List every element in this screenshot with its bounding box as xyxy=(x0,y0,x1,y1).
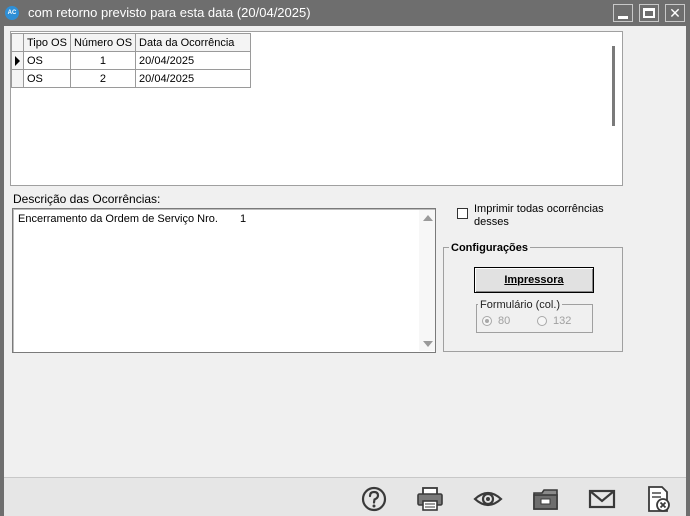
window-border-right xyxy=(686,26,690,516)
close-icon: ✕ xyxy=(669,5,681,21)
descricao-label: Descrição das Ocorrências: xyxy=(13,192,161,206)
descricao-textarea[interactable]: Encerramento da Ordem de Serviço Nro. 1 xyxy=(12,208,436,353)
cell-numero-os[interactable]: 2 xyxy=(69,69,137,88)
view-button[interactable] xyxy=(472,484,504,514)
bottom-toolbar xyxy=(4,478,686,516)
minimize-button[interactable] xyxy=(613,4,633,22)
print-button[interactable] xyxy=(414,484,446,514)
title-bar: AC com retorno previsto para esta data (… xyxy=(0,0,690,26)
printer-icon xyxy=(417,487,443,511)
imprimir-todas-checkbox[interactable] xyxy=(457,208,468,219)
scroll-up-arrow-icon[interactable] xyxy=(423,215,433,221)
help-button[interactable] xyxy=(358,484,390,514)
scroll-down-arrow-icon[interactable] xyxy=(423,341,433,347)
row-indicator-header xyxy=(11,33,24,52)
folder-button[interactable] xyxy=(530,484,562,514)
radio-80-columns[interactable] xyxy=(482,316,492,326)
eye-icon xyxy=(473,491,503,507)
descricao-text: Encerramento da Ordem de Serviço Nro. xyxy=(18,213,218,225)
row-indicator xyxy=(11,69,24,88)
help-icon xyxy=(361,486,387,512)
ocorrencias-table: Tipo OS Número OS Data da Ocorrência OS … xyxy=(11,33,252,88)
close-button[interactable]: ✕ xyxy=(665,4,685,22)
window-border-left xyxy=(0,26,4,516)
exit-button[interactable] xyxy=(642,484,674,514)
formulario-title: Formulário (col.) xyxy=(478,299,563,311)
radio-132-label[interactable]: 132 xyxy=(553,315,571,327)
column-header-tipo-os[interactable]: Tipo OS xyxy=(23,33,71,52)
cell-numero-os[interactable]: 1 xyxy=(69,51,137,70)
table-row[interactable]: OS 2 20/04/2025 xyxy=(11,69,252,88)
row-indicator xyxy=(11,51,24,70)
maximize-icon xyxy=(643,8,655,18)
maximize-button[interactable] xyxy=(639,4,659,22)
descricao-number: 1 xyxy=(240,213,247,225)
window-title: com retorno previsto para esta data (20/… xyxy=(28,5,311,20)
cell-tipo-os[interactable]: OS xyxy=(23,69,71,88)
mail-button[interactable] xyxy=(586,484,618,514)
minimize-icon xyxy=(618,16,628,19)
mail-icon xyxy=(588,489,616,509)
folder-icon xyxy=(533,489,558,510)
current-row-arrow-icon xyxy=(15,55,20,66)
imprimir-todas-label[interactable]: Imprimir todas ocorrências desses xyxy=(474,203,624,229)
column-header-data-ocorrencia[interactable]: Data da Ocorrência xyxy=(135,33,252,52)
cell-tipo-os[interactable]: OS xyxy=(23,51,71,70)
exit-icon xyxy=(648,486,670,512)
ocorrencias-grid[interactable]: Tipo OS Número OS Data da Ocorrência OS … xyxy=(10,31,623,186)
cell-data-ocorrencia[interactable]: 20/04/2025 xyxy=(135,69,252,88)
app-icon: AC xyxy=(5,6,19,20)
cell-data-ocorrencia[interactable]: 20/04/2025 xyxy=(135,51,252,70)
table-header-row: Tipo OS Número OS Data da Ocorrência xyxy=(11,33,252,52)
impressora-button[interactable]: Impressora xyxy=(474,267,594,293)
descricao-scrollbar[interactable] xyxy=(419,210,435,351)
column-header-numero-os[interactable]: Número OS xyxy=(69,33,137,52)
configuracoes-title: Configurações xyxy=(449,242,531,254)
radio-80-label[interactable]: 80 xyxy=(498,315,510,327)
table-row[interactable]: OS 1 20/04/2025 xyxy=(11,51,252,70)
grid-scrollbar-thumb[interactable] xyxy=(612,46,615,126)
radio-132-columns[interactable] xyxy=(537,316,547,326)
